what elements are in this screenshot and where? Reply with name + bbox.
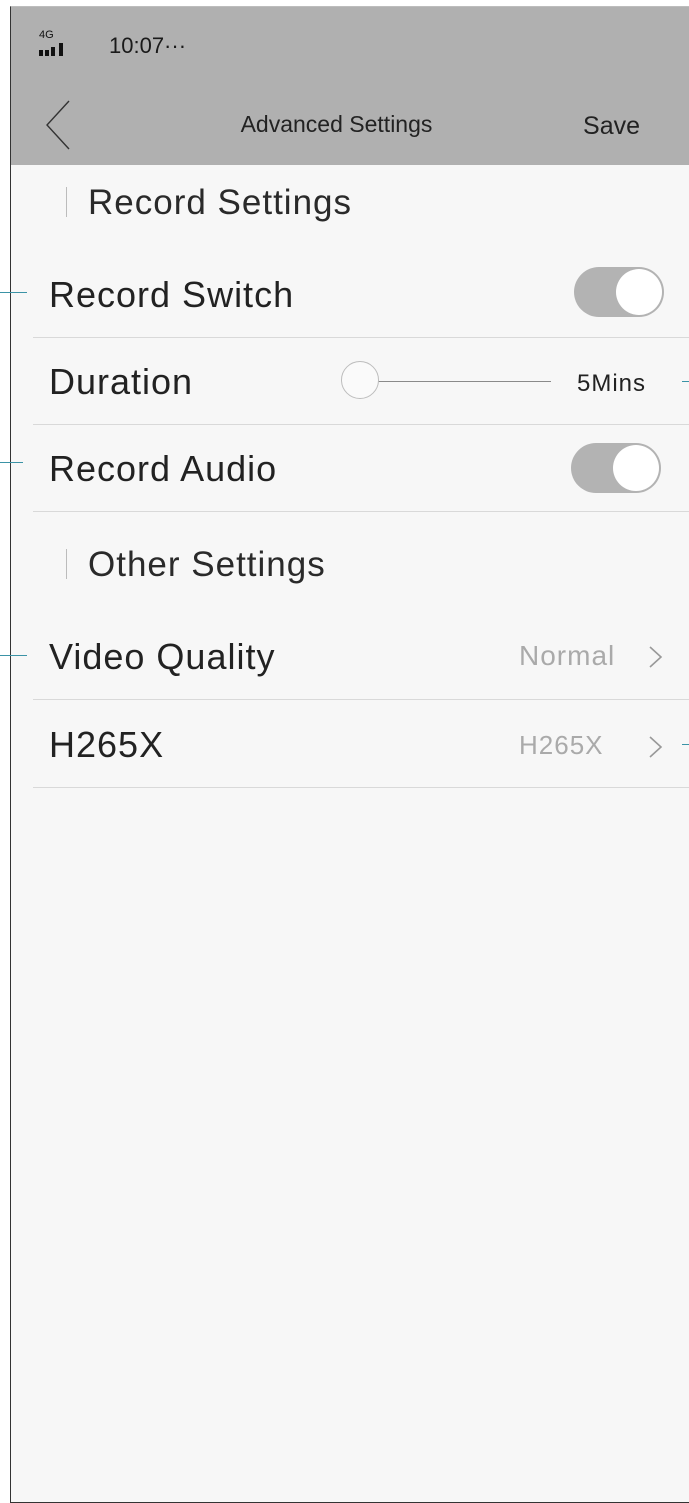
nav-bar: Advanced Settings Save [11, 83, 689, 165]
toggle-knob [616, 269, 662, 315]
row-video-quality[interactable]: Video Quality Normal [33, 613, 689, 700]
slider-track [361, 381, 551, 382]
toggle-knob [613, 445, 659, 491]
row-record-switch: Record Switch [33, 251, 689, 338]
save-button[interactable]: Save [583, 112, 640, 141]
section-title: Record Settings [88, 183, 353, 222]
callout-line [682, 744, 689, 745]
chevron-right-icon [649, 736, 663, 758]
chevron-right-icon [649, 646, 663, 668]
record-switch-label: Record Switch [49, 274, 295, 315]
callout-line [682, 381, 689, 382]
callout-line [0, 292, 27, 293]
record-audio-label: Record Audio [49, 448, 278, 489]
status-bar: 4G 10:07··· [11, 7, 689, 83]
section-title: Other Settings [88, 545, 326, 584]
video-quality-value: Normal [519, 640, 616, 671]
row-h265x[interactable]: H265X H265X [33, 701, 689, 788]
section-divider [66, 549, 67, 579]
row-duration: Duration 5Mins [33, 338, 689, 425]
status-time: 10:07··· [109, 33, 187, 58]
slider-thumb[interactable] [341, 361, 379, 399]
h265x-value: H265X [519, 730, 604, 760]
row-record-audio: Record Audio [33, 425, 689, 512]
duration-label: Duration [49, 361, 194, 402]
callout-line [0, 462, 23, 463]
duration-slider[interactable] [341, 361, 551, 401]
callout-line [0, 655, 27, 656]
video-quality-label: Video Quality [49, 636, 276, 677]
phone-screen: 4G 10:07··· Advanced Settings Save Recor… [10, 6, 689, 1503]
h265x-label: H265X [49, 724, 165, 765]
network-type-label: 4G [39, 29, 54, 41]
record-audio-toggle[interactable] [571, 443, 661, 493]
section-divider [66, 187, 67, 217]
duration-value: 5Mins [577, 370, 647, 397]
signal-bars-icon: 4G [37, 30, 69, 60]
record-switch-toggle[interactable] [574, 267, 664, 317]
